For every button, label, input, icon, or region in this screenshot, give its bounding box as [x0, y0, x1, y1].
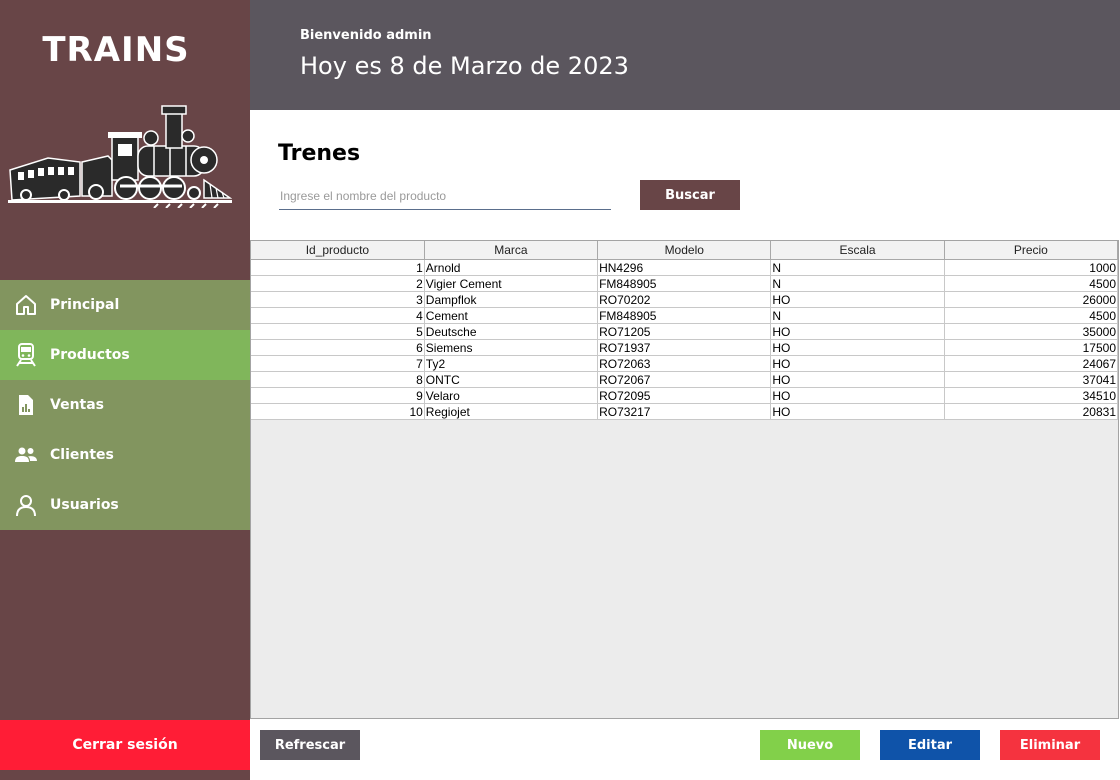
column-header-modelo[interactable]: Modelo	[597, 241, 772, 260]
column-header-precio[interactable]: Precio	[944, 241, 1119, 260]
cell-marca: Velaro	[424, 387, 599, 404]
column-header-id[interactable]: Id_producto	[251, 241, 425, 260]
cell-marca: Ty2	[424, 355, 599, 372]
cell-marca: Deutsche	[424, 323, 599, 340]
cell-precio: 24067	[944, 355, 1119, 372]
cell-marca: Arnold	[424, 259, 599, 276]
table-row[interactable]: 8 ONTC RO72067 HO 37041	[251, 371, 1119, 388]
cell-marca: Regiojet	[424, 403, 599, 420]
cell-escala: N	[770, 259, 945, 276]
table-row[interactable]: 10 Regiojet RO73217 HO 20831	[251, 403, 1119, 420]
sidebar-item-ventas[interactable]: Ventas	[0, 380, 250, 430]
cell-id: 5	[251, 323, 425, 340]
cell-precio: 20831	[944, 403, 1119, 420]
table-row[interactable]: 2 Vigier Cement FM848905 N 4500	[251, 275, 1119, 292]
cell-id: 3	[251, 291, 425, 308]
column-header-marca[interactable]: Marca	[424, 241, 599, 260]
cell-id: 7	[251, 355, 425, 372]
header: Bienvenido admin Hoy es 8 de Marzo de 20…	[250, 0, 1120, 110]
sidebar-item-label: Ventas	[50, 397, 105, 413]
cell-precio: 4500	[944, 307, 1119, 324]
user-icon	[16, 495, 36, 517]
sidebar: TRAINS Principal Productos Ventas Client…	[0, 0, 250, 780]
cell-escala: HO	[770, 371, 945, 388]
cell-modelo: FM848905	[597, 275, 772, 292]
people-icon	[15, 447, 37, 462]
cell-precio: 34510	[944, 387, 1119, 404]
cell-modelo: RO71937	[597, 339, 772, 356]
cell-marca: Siemens	[424, 339, 599, 356]
cell-modelo: RO70202	[597, 291, 772, 308]
welcome-text: Bienvenido admin	[300, 28, 432, 43]
home-icon	[16, 295, 36, 315]
table-row[interactable]: 1 Arnold HN4296 N 1000	[251, 259, 1119, 276]
cell-escala: HO	[770, 403, 945, 420]
products-table: Id_producto Marca Modelo Escala Precio 1…	[251, 241, 1119, 420]
table-row[interactable]: 5 Deutsche RO71205 HO 35000	[251, 323, 1119, 340]
cell-escala: HO	[770, 339, 945, 356]
cell-precio: 26000	[944, 291, 1119, 308]
table-header-row: Id_producto Marca Modelo Escala Precio	[251, 241, 1119, 260]
page-title: Trenes	[278, 141, 361, 166]
cell-id: 2	[251, 275, 425, 292]
sidebar-item-principal[interactable]: Principal	[0, 280, 250, 330]
table-row[interactable]: 6 Siemens RO71937 HO 17500	[251, 339, 1119, 356]
sidebar-item-clientes[interactable]: Clientes	[0, 430, 250, 480]
cell-id: 4	[251, 307, 425, 324]
cell-id: 9	[251, 387, 425, 404]
cell-precio: 37041	[944, 371, 1119, 388]
cell-escala: HO	[770, 323, 945, 340]
search-input[interactable]	[279, 183, 611, 210]
cell-modelo: RO72063	[597, 355, 772, 372]
cell-escala: HO	[770, 355, 945, 372]
cell-escala: N	[770, 275, 945, 292]
column-header-escala[interactable]: Escala	[770, 241, 945, 260]
products-table-container[interactable]: Id_producto Marca Modelo Escala Precio 1…	[250, 240, 1119, 719]
cell-modelo: RO72067	[597, 371, 772, 388]
cell-modelo: HN4296	[597, 259, 772, 276]
table-row[interactable]: 3 Dampflok RO70202 HO 26000	[251, 291, 1119, 308]
report-icon	[19, 395, 33, 415]
app-title: TRAINS	[42, 30, 190, 70]
cell-precio: 35000	[944, 323, 1119, 340]
nav-menu: Principal Productos Ventas Clientes Usua…	[0, 280, 250, 530]
logout-button[interactable]: Cerrar sesión	[0, 720, 250, 770]
locomotive-logo-icon	[8, 105, 232, 208]
cell-modelo: RO72095	[597, 387, 772, 404]
cell-modelo: RO73217	[597, 403, 772, 420]
sidebar-item-usuarios[interactable]: Usuarios	[0, 480, 250, 530]
cell-id: 6	[251, 339, 425, 356]
cell-marca: Dampflok	[424, 291, 599, 308]
search-button[interactable]: Buscar	[640, 180, 740, 210]
cell-marca: Cement	[424, 307, 599, 324]
cell-id: 1	[251, 259, 425, 276]
cell-marca: ONTC	[424, 371, 599, 388]
train-icon	[16, 343, 36, 367]
new-button[interactable]: Nuevo	[760, 730, 860, 760]
cell-escala: N	[770, 307, 945, 324]
cell-escala: HO	[770, 387, 945, 404]
sidebar-item-label: Usuarios	[50, 497, 119, 513]
cell-modelo: RO71205	[597, 323, 772, 340]
delete-button[interactable]: Eliminar	[1000, 730, 1100, 760]
cell-precio: 1000	[944, 259, 1119, 276]
table-row[interactable]: 4 Cement FM848905 N 4500	[251, 307, 1119, 324]
sidebar-item-label: Productos	[50, 347, 130, 363]
date-text: Hoy es 8 de Marzo de 2023	[300, 52, 629, 80]
edit-button[interactable]: Editar	[880, 730, 980, 760]
refresh-button[interactable]: Refrescar	[260, 730, 360, 760]
table-row[interactable]: 9 Velaro RO72095 HO 34510	[251, 387, 1119, 404]
cell-id: 10	[251, 403, 425, 420]
cell-precio: 17500	[944, 339, 1119, 356]
cell-modelo: FM848905	[597, 307, 772, 324]
sidebar-item-productos[interactable]: Productos	[0, 330, 250, 380]
table-row[interactable]: 7 Ty2 RO72063 HO 24067	[251, 355, 1119, 372]
cell-precio: 4500	[944, 275, 1119, 292]
sidebar-item-label: Principal	[50, 297, 120, 313]
cell-id: 8	[251, 371, 425, 388]
cell-escala: HO	[770, 291, 945, 308]
sidebar-item-label: Clientes	[50, 447, 114, 463]
cell-marca: Vigier Cement	[424, 275, 599, 292]
